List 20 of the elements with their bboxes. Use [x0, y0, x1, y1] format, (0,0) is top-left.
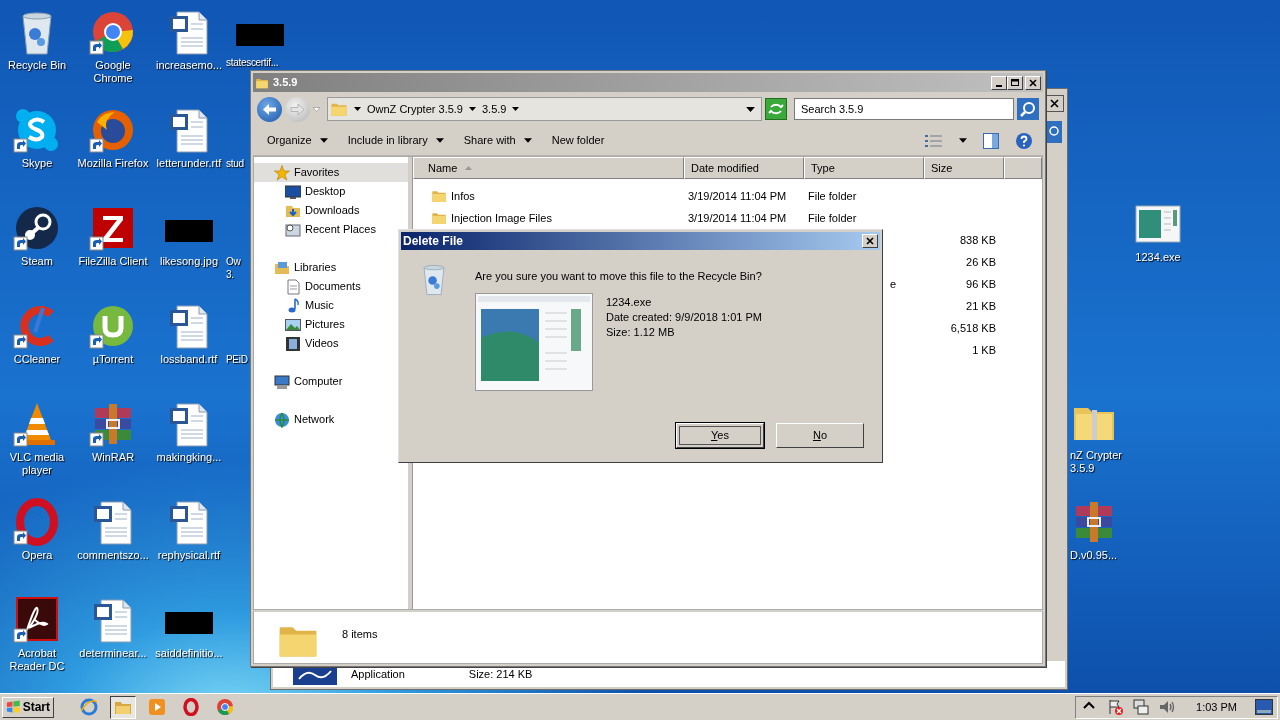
- file-detail-text: Size: 214 KB: [468, 666, 533, 682]
- dialog-title: Delete File: [403, 233, 464, 250]
- size-cell-text: 6,518 KB: [949, 320, 997, 336]
- window-title: 3.5.9: [273, 75, 298, 91]
- file-detail-text: Application: [351, 666, 405, 682]
- question-text: Are you sure you want to move this file to the Recycle Bin?: [475, 269, 763, 284]
- file-detail-text: Size: 1.12 MB: [606, 324, 676, 340]
- date-cell-text: 3/19/2014 11:04 PM: [687, 210, 788, 226]
- item-count: 8 items: [342, 627, 378, 642]
- date-cell-text: 3/19/2014 11:04 PM: [687, 188, 788, 204]
- type-cell-text: File folder: [807, 210, 858, 226]
- size-cell-text: 96 KB: [965, 276, 997, 292]
- size-cell-text: 26 KB: [965, 254, 997, 270]
- file-detail-text: Date created: 9/9/2018 1:01 PM: [606, 309, 763, 325]
- type-cell-text: e: [888, 276, 897, 292]
- size-cell-text: 838 KB: [958, 232, 997, 248]
- file-detail-text: 1234.exe: [606, 294, 653, 310]
- size-cell-text: 1 KB: [971, 342, 997, 358]
- size-cell-text: 21 KB: [965, 298, 997, 314]
- type-cell-text: File folder: [807, 188, 858, 204]
